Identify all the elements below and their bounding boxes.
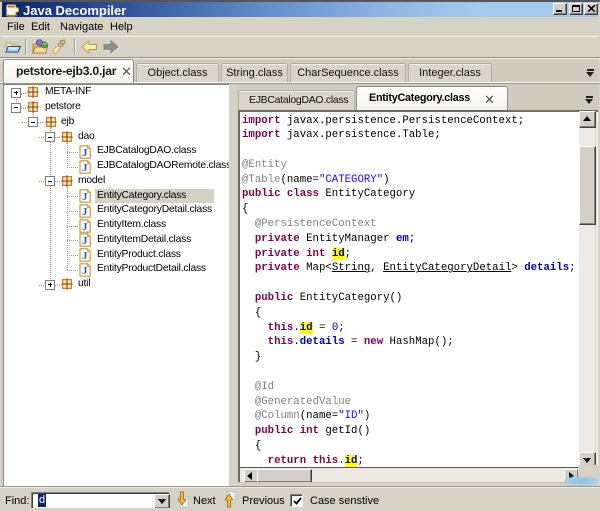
svg-text:J: J bbox=[82, 206, 88, 218]
svg-text:J: J bbox=[82, 162, 88, 174]
svg-text:J: J bbox=[82, 235, 88, 247]
svg-text:J: J bbox=[82, 221, 88, 233]
svg-text:J: J bbox=[82, 191, 88, 203]
svg-text:J: J bbox=[82, 147, 88, 159]
svg-text:J: J bbox=[82, 250, 88, 262]
svg-text:J: J bbox=[82, 265, 88, 277]
